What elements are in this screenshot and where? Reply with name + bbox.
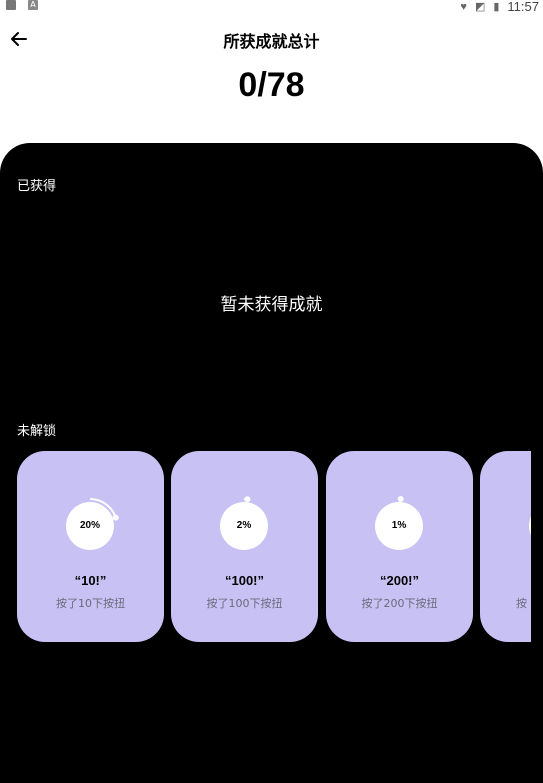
achievement-card[interactable]: 2% “100!” 按了100下按扭 xyxy=(171,451,318,642)
progress-ring xyxy=(528,501,531,551)
keyboard-icon: A xyxy=(28,0,38,10)
achievement-card[interactable]: 1% “200!” 按了200下按扭 xyxy=(326,451,473,642)
achievements-panel: 已获得 暂未获得成就 未解锁 20% “10!” 按了10下按扭 xyxy=(0,143,543,783)
status-time: 11:57 xyxy=(507,0,539,14)
achievement-title: “100!” xyxy=(171,573,318,588)
achievement-total: 0/78 xyxy=(0,66,543,105)
progress-ring: 2% xyxy=(219,501,269,551)
progress-percent: 1% xyxy=(374,501,424,551)
battery-icon: ▮ xyxy=(493,0,499,13)
notification-icon xyxy=(6,0,16,10)
achievement-title: “10!” xyxy=(17,573,164,588)
earned-section-label: 已获得 xyxy=(17,175,56,194)
achievement-description: 按了200下按扭 xyxy=(326,595,473,611)
progress-ring: 20% xyxy=(65,501,115,551)
achievement-description: 按 xyxy=(480,595,531,611)
progress-percent: 2% xyxy=(219,501,269,551)
wifi-icon: ♥ xyxy=(460,1,467,13)
progress-percent: 20% xyxy=(65,501,115,551)
locked-section-label: 未解锁 xyxy=(17,420,56,439)
header: 所获成就总计 xyxy=(0,24,543,54)
empty-message: 暂未获得成就 xyxy=(0,290,543,315)
locked-achievements-carousel[interactable]: 20% “10!” 按了10下按扭 2% “100!” 按了100下按扭 xyxy=(17,451,531,643)
achievement-card[interactable]: 20% “10!” 按了10下按扭 xyxy=(17,451,164,642)
achievement-card[interactable]: 按 xyxy=(480,451,531,642)
achievement-description: 按了10下按扭 xyxy=(17,595,164,611)
achievement-description: 按了100下按扭 xyxy=(171,595,318,611)
progress-percent xyxy=(528,501,531,551)
signal-icon: ◩ xyxy=(475,0,485,13)
page-title: 所获成就总计 xyxy=(0,28,543,52)
achievement-title: “200!” xyxy=(326,573,473,588)
progress-ring: 1% xyxy=(374,501,424,551)
status-bar: A ♥ ◩ ▮ 11:57 xyxy=(0,0,543,14)
